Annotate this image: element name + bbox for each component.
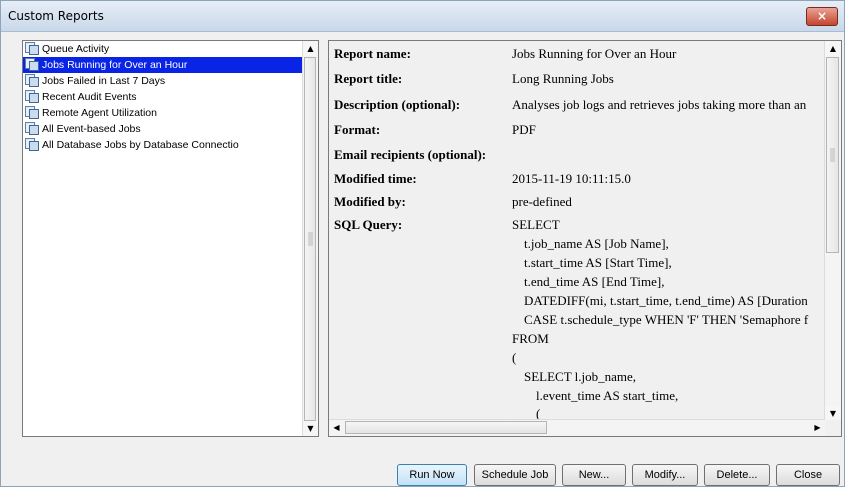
scroll-down-arrow-icon[interactable]: ▼	[303, 421, 318, 436]
modified-by-label: Modified by:	[334, 194, 406, 209]
report-list-item[interactable]: All Database Jobs by Database Connectio	[23, 137, 304, 153]
report-icon	[25, 138, 39, 151]
scrollbar-corner	[825, 420, 841, 436]
report-list-item-label: Recent Audit Events	[42, 91, 137, 103]
report-icon	[25, 74, 39, 87]
modify-button[interactable]: Modify...	[632, 464, 698, 486]
report-list[interactable]: Queue Activity Jobs Running for Over an H…	[22, 40, 319, 437]
grip-icon	[830, 148, 835, 162]
description-label: Description (optional):	[334, 97, 461, 112]
format-value: PDF	[512, 122, 536, 137]
report-list-item[interactable]: Remote Agent Utilization	[23, 105, 304, 121]
modified-by-value: pre-defined	[512, 194, 572, 209]
sql-line: CASE t.schedule_type WHEN 'F' THEN 'Sema…	[524, 312, 809, 327]
report-details-pane: Report name: Jobs Running for Over an Ho…	[328, 40, 842, 437]
report-list-items: Queue Activity Jobs Running for Over an H…	[23, 41, 304, 436]
report-icon	[25, 58, 39, 71]
report-title-label: Report title:	[334, 71, 403, 86]
sql-query-label: SQL Query:	[334, 217, 403, 232]
sql-line: SELECT l.job_name,	[524, 369, 637, 384]
scroll-right-arrow-icon[interactable]: ▶	[810, 420, 825, 435]
report-list-item[interactable]: Recent Audit Events	[23, 89, 304, 105]
report-list-item[interactable]: Jobs Failed in Last 7 Days	[23, 73, 304, 89]
grip-icon	[308, 232, 313, 246]
title-bar[interactable]: Custom Reports ×	[1, 1, 844, 32]
details-horizontal-scrollbar[interactable]: ◀ ▶	[329, 419, 825, 436]
sql-line: DATEDIFF(mi, t.start_time, t.end_time) A…	[524, 293, 808, 308]
report-icon	[25, 122, 39, 135]
description-value: Analyses job logs and retrieves jobs tak…	[512, 97, 807, 112]
sql-line: t.start_time AS [Start Time],	[524, 255, 672, 270]
sql-line: (	[512, 350, 517, 365]
report-list-vertical-scrollbar[interactable]: ▲ ▼	[302, 41, 318, 436]
report-title-value: Long Running Jobs	[512, 71, 614, 86]
new-button[interactable]: New...	[562, 464, 626, 486]
report-list-item[interactable]: All Event-based Jobs	[23, 121, 304, 137]
close-button[interactable]: Close	[776, 464, 840, 486]
sql-line: l.event_time AS start_time,	[536, 388, 679, 403]
sql-line: FROM	[512, 331, 549, 346]
run-now-button[interactable]: Run Now	[397, 464, 467, 486]
email-recipients-label: Email recipients (optional):	[334, 147, 487, 162]
format-label: Format:	[334, 122, 381, 137]
modified-time-value: 2015-11-19 10:11:15.0	[512, 171, 631, 186]
report-list-item-label: Jobs Running for Over an Hour	[42, 59, 188, 71]
sql-line: SELECT	[512, 217, 560, 232]
details-horizontal-scroll-thumb[interactable]	[345, 421, 547, 434]
scroll-up-arrow-icon[interactable]: ▲	[825, 41, 841, 56]
custom-reports-window: Custom Reports × Queue Activity Jobs Runn…	[0, 0, 845, 487]
report-name-label: Report name:	[334, 46, 411, 61]
delete-button[interactable]: Delete...	[704, 464, 770, 486]
report-list-scroll-thumb[interactable]	[304, 57, 316, 421]
sql-line: t.job_name AS [Job Name],	[524, 236, 669, 251]
report-list-item[interactable]: Jobs Running for Over an Hour	[23, 57, 304, 73]
report-details-content: Report name: Jobs Running for Over an Ho…	[329, 41, 825, 421]
report-list-item-label: All Database Jobs by Database Connectio	[42, 139, 239, 151]
report-list-item-label: Jobs Failed in Last 7 Days	[42, 75, 166, 87]
details-vertical-scrollbar[interactable]: ▲ ▼	[824, 41, 841, 421]
report-name-value: Jobs Running for Over an Hour	[512, 46, 677, 61]
report-icon	[25, 90, 39, 103]
scroll-down-arrow-icon[interactable]: ▼	[825, 406, 841, 421]
window-title: Custom Reports	[8, 9, 104, 23]
report-list-item[interactable]: Queue Activity	[23, 41, 304, 57]
sql-line: t.end_time AS [End Time],	[524, 274, 665, 289]
scroll-left-arrow-icon[interactable]: ◀	[329, 420, 344, 435]
scroll-up-arrow-icon[interactable]: ▲	[303, 41, 318, 56]
report-list-item-label: Remote Agent Utilization	[42, 107, 157, 119]
close-window-button[interactable]: ×	[806, 7, 838, 26]
report-icon	[25, 42, 39, 55]
details-vertical-scroll-thumb[interactable]	[826, 57, 839, 253]
button-bar: Run Now Schedule Job New... Modify... De…	[1, 464, 845, 486]
schedule-job-button[interactable]: Schedule Job	[474, 464, 556, 486]
report-list-item-label: All Event-based Jobs	[42, 123, 141, 135]
report-list-item-label: Queue Activity	[42, 43, 110, 55]
report-icon	[25, 106, 39, 119]
modified-time-label: Modified time:	[334, 171, 417, 186]
